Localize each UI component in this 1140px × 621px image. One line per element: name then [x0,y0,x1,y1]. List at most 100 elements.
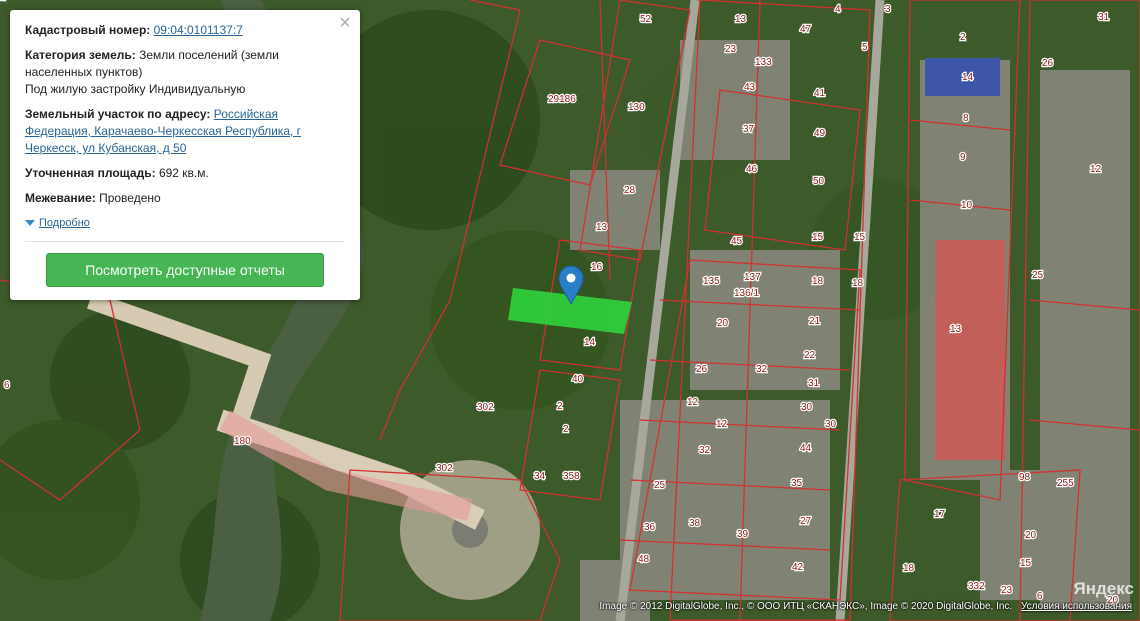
parcel-number-label: 43 [744,82,756,93]
parcel-number-label: 21 [809,316,821,327]
parcel-number-label: 2 [960,32,966,43]
cadastral-label: Кадастровый номер: [25,23,151,37]
parcel-number-label: 35 [791,478,803,489]
parcel-number-label: 13 [735,14,747,25]
cadastral-row: Кадастровый номер: 09:04:0101137:7 [25,22,345,39]
parcel-number-label: 135 [703,276,720,287]
close-icon[interactable]: × [337,13,353,33]
parcel-number-label: 358 [563,471,580,482]
parcel-number-label: 133 [755,57,772,68]
parcel-number-label: 6 [4,380,10,391]
survey-value: Проведено [99,191,161,205]
parcel-number-label: 180 [234,436,251,447]
category-label: Категория земель: [25,48,136,62]
parcel-number-label: 32 [756,364,768,375]
terms-link[interactable]: Условия использования [1021,601,1132,612]
parcel-number-label: 14 [584,337,596,348]
parcel-number-label: 45 [731,236,743,247]
usage-value: Под жилую застройку Индивидуальную [25,82,246,96]
parcel-number-label: 34 [534,471,546,482]
parcel-number-label: 38 [689,518,701,529]
parcel-number-label: 9 [960,152,966,163]
category-row: Категория земель: Земли поселений (земли… [25,47,345,98]
parcel-number-label: 46 [746,164,758,175]
parcel-number-label: 30 [825,419,837,430]
parcel-number-label: 98 [1019,472,1031,483]
survey-label: Межевание: [25,191,96,205]
parcel-number-label: 41 [814,88,826,99]
copyright-text: Image © 2012 DigitalGlobe, Inc., © ООО И… [599,601,1013,612]
parcel-number-label: 39 [737,529,749,540]
parcel-number-label: 18 [852,278,864,289]
parcel-number-label: 302 [436,463,453,474]
parcel-number-label: 25 [654,480,666,491]
parcel-number-label: 12 [687,397,699,408]
parcel-number-label: 48 [638,554,650,565]
parcel-number-label: 23 [725,44,737,55]
parcel-number-label: 31 [1098,12,1110,23]
parcel-number-label: 29186 [548,94,576,105]
parcel-number-label: 26 [696,364,708,375]
building-red [935,240,1005,460]
parcel-number-label: 23 [1001,585,1013,596]
parcel-number-label: 136/1 [734,288,759,299]
parcel-number-label: 4 [835,4,841,15]
parcel-number-label: 15 [812,232,824,243]
parcel-number-label: 10 [961,200,973,211]
parcel-number-label: 20 [1025,530,1037,541]
parcel-number-label: 12 [716,419,728,430]
parcel-number-label: 20 [717,318,729,329]
parcel-number-label: 42 [792,562,804,573]
parcel-number-label: 22 [804,350,816,361]
parcel-number-label: 2 [557,401,563,412]
parcel-number-label: 17 [934,509,946,520]
parcel-number-label: 2 [563,424,569,435]
parcel-number-label: 14 [962,72,974,83]
parcel-number-label: 13 [596,222,608,233]
view-reports-button[interactable]: Посмотреть доступные отчеты [46,253,324,287]
address-row: Земельный участок по адресу: Российская … [25,106,345,157]
parcel-number-label: 52 [640,14,652,25]
parcel-number-label: 28 [624,185,636,196]
parcel-number-label: 255 [1057,478,1074,489]
parcel-number-label: 302 [477,402,494,413]
parcel-number-label: 12 [1090,164,1102,175]
parcel-number-label: 32 [699,445,711,456]
chevron-down-icon [25,220,35,226]
parcel-info-panel: × Кадастровый номер: 09:04:0101137:7 Кат… [10,10,360,300]
parcel-number-label: 18 [812,276,824,287]
parcel-number-label: 332 [968,581,985,592]
parcel-number-label: 15 [854,232,866,243]
parcel-number-label: 50 [813,176,825,187]
cadastral-number-link[interactable]: 09:04:0101137:7 [154,23,243,37]
parcel-number-label: 15 [1020,558,1032,569]
divider [25,241,345,242]
parcel-number-label: 130 [628,102,645,113]
parcel-number-label: 44 [800,443,812,454]
parcel-number-label: 3 [885,4,891,15]
parcel-number-label: 26 [1042,58,1054,69]
copyright-bar: Image © 2012 DigitalGlobe, Inc., © ООО И… [599,601,1132,612]
area-row: Уточненная площадь: 692 кв.м. [25,165,345,182]
parcel-number-label: 8 [963,113,969,124]
survey-row: Межевание: Проведено [25,190,345,207]
parcel-number-label: 1 [0,0,6,3]
parcel-number-label: 25 [1032,270,1044,281]
parcel-number-label: 16 [591,262,603,273]
parcel-number-label: 40 [572,374,584,385]
parcel-number-label: 27 [800,516,812,527]
details-label: Подробно [39,217,90,229]
parcel-number-label: 37 [743,124,755,135]
details-toggle[interactable]: Подробно [25,217,90,229]
yandex-logo: Яндекс [1073,579,1134,598]
parcel-number-label: 137 [744,272,761,283]
parcel-number-label: 18 [903,563,915,574]
parcel-number-label: 31 [808,378,820,389]
parcel-number-label: 49 [814,128,826,139]
area-label: Уточненная площадь: [25,166,156,180]
parcel-number-label: 36 [644,522,656,533]
parcel-number-label: 30 [801,402,813,413]
area-value: 692 кв.м. [158,166,209,180]
parcel-number-label: 47 [800,24,812,35]
address-label: Земельный участок по адресу: [25,107,211,121]
